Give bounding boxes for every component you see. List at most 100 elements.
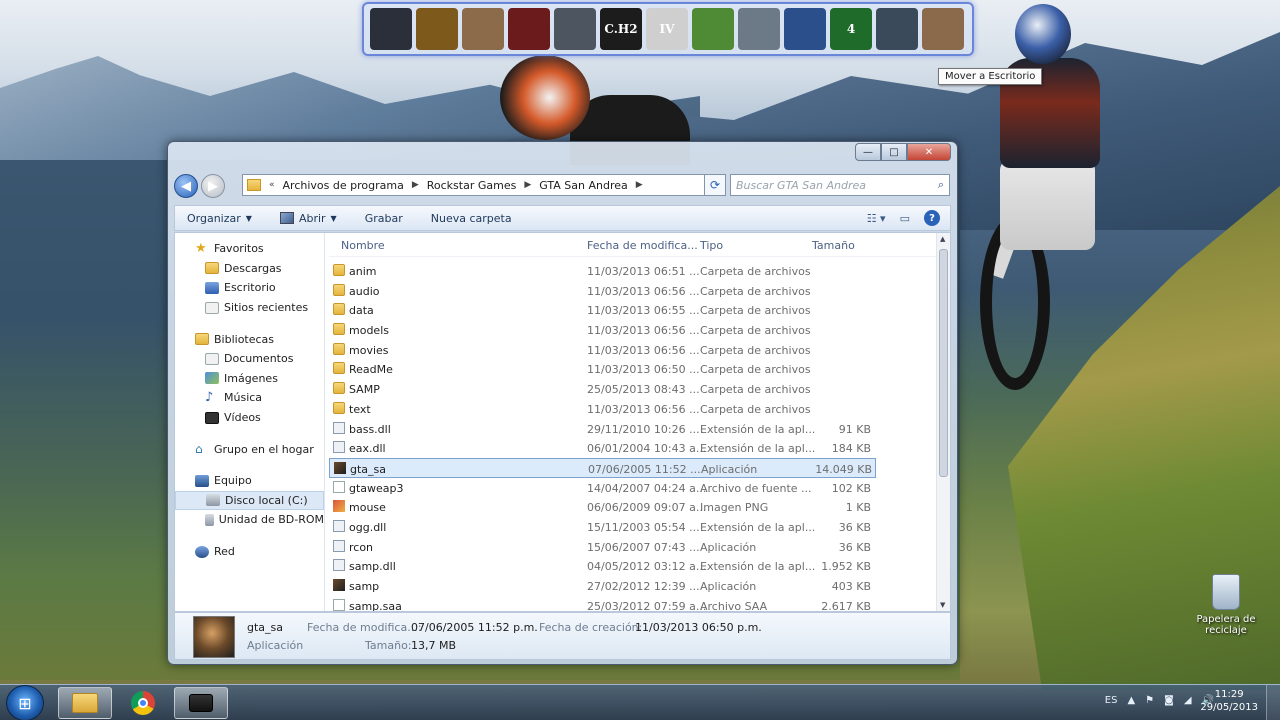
open-button[interactable]: Abrir ▼	[279, 212, 337, 225]
dll-file-icon	[333, 441, 345, 454]
file-row[interactable]: mouse 06/06/2009 09:07 a... Imagen PNG 1 KB	[329, 497, 936, 517]
help-icon[interactable]: ?	[924, 210, 940, 226]
tray-icon[interactable]: ◙	[1164, 695, 1174, 706]
documents-icon	[205, 352, 219, 365]
launcher-game-6[interactable]: C.H2	[600, 8, 642, 50]
sidebar-item-música[interactable]: ♪ Música	[175, 388, 324, 408]
breadcrumb-program-files[interactable]: Archivos de programa	[283, 179, 404, 192]
file-row[interactable]: gtaweap3 14/04/2007 04:24 a... Archivo de …	[329, 478, 936, 498]
launcher-game-1[interactable]	[370, 8, 412, 50]
file-row[interactable]: text 11/03/2013 06:56 ... Carpeta de archi…	[329, 399, 936, 419]
launcher-game-3[interactable]	[462, 8, 504, 50]
sidebar-item-equipo[interactable]: Equipo	[175, 471, 324, 491]
start-button[interactable]: ⊞	[6, 685, 44, 720]
preview-pane-icon[interactable]: ▭	[900, 212, 910, 225]
sidebar-item-imágenes[interactable]: Imágenes	[175, 369, 324, 389]
new-folder-button[interactable]: Nueva carpeta	[431, 212, 512, 225]
organize-button[interactable]: Organizar ▼	[187, 212, 252, 225]
breadcrumb-separator-icon[interactable]: ▶	[524, 180, 531, 190]
file-row[interactable]: bass.dll 29/11/2010 10:26 ... Extensión de…	[329, 419, 936, 439]
file-row[interactable]: anim 11/03/2013 06:51 ... Carpeta de archi…	[329, 261, 936, 281]
launcher-game-12[interactable]	[876, 8, 918, 50]
taskbar-explorer-button[interactable]	[58, 687, 112, 719]
file-name: models	[349, 324, 389, 338]
file-row[interactable]: movies 11/03/2013 06:56 ... Carpeta de arc…	[329, 340, 936, 360]
view-options-icon[interactable]: ☷ ▾	[867, 212, 886, 225]
sidebar-item-grupo-en-el-hogar[interactable]: ⌂ Grupo en el hogar	[175, 439, 324, 459]
launcher-game-4[interactable]	[508, 8, 550, 50]
launcher-game-2[interactable]	[416, 8, 458, 50]
file-row[interactable]: audio 11/03/2013 06:56 ... Carpeta de arch…	[329, 281, 936, 301]
file-row[interactable]: eax.dll 06/01/2004 10:43 a... Extensión de…	[329, 438, 936, 458]
burn-button[interactable]: Grabar	[365, 212, 403, 225]
recycle-bin-shortcut[interactable]: Papelera de reciclaje	[1194, 574, 1258, 636]
folder-file-icon	[333, 264, 345, 276]
sidebar-item-documentos[interactable]: Documentos	[175, 349, 324, 369]
taskbar-chrome-button[interactable]	[116, 687, 170, 719]
column-size[interactable]: Tamaño	[812, 239, 855, 252]
address-overflow[interactable]: «	[269, 180, 275, 190]
breadcrumb-separator-icon[interactable]: ▶	[412, 180, 419, 190]
file-size: 91 KB	[838, 422, 871, 436]
tray-icon[interactable]: ◢	[1184, 695, 1192, 706]
refresh-button[interactable]: ⟳	[704, 174, 726, 196]
windows-logo-icon: ⊞	[18, 693, 32, 713]
vertical-scrollbar[interactable]: ▲ ▼	[936, 233, 950, 611]
maximize-button[interactable]: □	[881, 143, 907, 161]
sidebar-item-bibliotecas[interactable]: Bibliotecas	[175, 329, 324, 349]
column-name[interactable]: Nombre	[341, 239, 385, 252]
file-row[interactable]: rcon 15/06/2007 07:43 ... Aplicación 36 KB	[329, 537, 936, 557]
launcher-game-5[interactable]	[554, 8, 596, 50]
scroll-down-icon[interactable]: ▼	[940, 601, 945, 609]
file-row[interactable]: samp.saa 25/03/2012 07:59 a... Archivo SAA…	[329, 596, 936, 611]
breadcrumb-gta-san-andrea[interactable]: GTA San Andrea	[539, 179, 627, 192]
column-date[interactable]: Fecha de modifica...	[587, 239, 698, 252]
search-icon[interactable]: ⌕	[938, 178, 944, 192]
scroll-up-icon[interactable]: ▲	[940, 235, 945, 243]
minimize-button[interactable]: —	[855, 143, 881, 161]
file-date: 06/01/2004 10:43 a...	[587, 442, 707, 456]
file-row[interactable]: data 11/03/2013 06:55 ... Carpeta de archi…	[329, 300, 936, 320]
launcher-game-13[interactable]	[922, 8, 964, 50]
file-row[interactable]: SAMP 25/05/2013 08:43 ... Carpeta de archi…	[329, 379, 936, 399]
file-row[interactable]: gta_sa 07/06/2005 11:52 ... Aplicación 14.0…	[329, 457, 876, 478]
sidebar-item-escritorio[interactable]: Escritorio	[175, 278, 324, 298]
show-desktop-button[interactable]	[1266, 685, 1280, 720]
file-name: samp.saa	[349, 599, 402, 611]
close-button[interactable]: ✕	[907, 143, 951, 161]
tray-icon[interactable]: ⚑	[1145, 695, 1154, 706]
file-row[interactable]: samp.dll 04/05/2012 03:12 a... Extensión d…	[329, 556, 936, 576]
file-row[interactable]: samp 27/02/2012 12:39 ... Aplicación 403 KB	[329, 576, 936, 596]
address-bar[interactable]: « Archivos de programa ▶ Rockstar Games …	[242, 174, 722, 196]
launcher-game-7[interactable]: IV	[646, 8, 688, 50]
sidebar-item-descargas[interactable]: Descargas	[175, 259, 324, 279]
tray-icon[interactable]: ▲	[1127, 695, 1135, 706]
file-row[interactable]: ReadMe 11/03/2013 06:50 ... Carpeta de arc…	[329, 359, 936, 379]
sidebar-item-label: Favoritos	[214, 242, 264, 256]
sidebar-item-sitios-recientes[interactable]: Sitios recientes	[175, 298, 324, 318]
sidebar-item-disco-local-c-[interactable]: Disco local (C:)	[175, 490, 324, 511]
search-input[interactable]: Buscar GTA San Andrea ⌕	[730, 174, 950, 196]
file-type: Carpeta de archivos	[700, 363, 811, 377]
sidebar-item-unidad-de-bd-rom[interactable]: Unidad de BD-ROM	[175, 510, 324, 530]
sidebar-item-label: Vídeos	[224, 411, 261, 425]
column-type[interactable]: Tipo	[700, 239, 723, 252]
taskbar-clock[interactable]: 11:29 29/05/2013	[1200, 688, 1258, 714]
breadcrumb-rockstar-games[interactable]: Rockstar Games	[427, 179, 517, 192]
back-button[interactable]: ◀	[174, 174, 198, 198]
launcher-game-9[interactable]	[738, 8, 780, 50]
launcher-game-10[interactable]	[784, 8, 826, 50]
forward-button[interactable]: ▶	[201, 174, 225, 198]
sidebar-item-favoritos[interactable]: ★ Favoritos	[175, 239, 324, 259]
tray-icon[interactable]: ES	[1105, 695, 1118, 706]
file-row[interactable]: models 11/03/2013 06:56 ... Carpeta de arc…	[329, 320, 936, 340]
file-row[interactable]: ogg.dll 15/11/2003 05:54 ... Extensión de …	[329, 517, 936, 537]
scrollbar-thumb[interactable]	[939, 249, 948, 477]
taskbar-recorder-button[interactable]	[174, 687, 228, 719]
breadcrumb-separator-icon[interactable]: ▶	[636, 180, 643, 190]
sidebar-item-red[interactable]: Red	[175, 542, 324, 562]
folder-file-icon	[333, 401, 345, 414]
launcher-game-11[interactable]: 4	[830, 8, 872, 50]
launcher-game-8[interactable]	[692, 8, 734, 50]
sidebar-item-vídeos[interactable]: Vídeos	[175, 408, 324, 428]
